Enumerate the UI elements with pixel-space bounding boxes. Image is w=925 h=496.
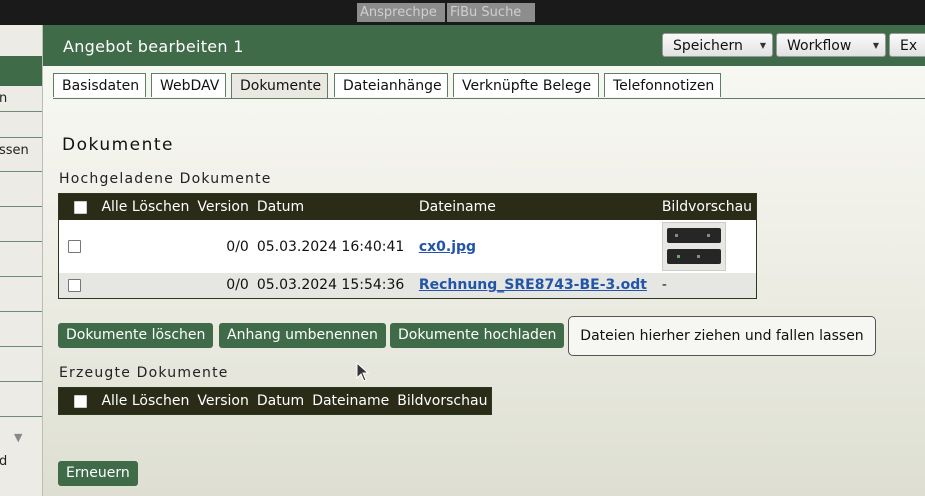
sidebar-item[interactable]: d	[0, 454, 7, 469]
chevron-down-icon[interactable]: ▼	[14, 431, 22, 444]
column-header-label[interactable]: Alle Löschen	[101, 199, 189, 215]
save-button[interactable]: Speichern ▼	[662, 33, 773, 57]
upload-documents-button[interactable]: Dokumente hochladen	[390, 323, 565, 348]
generated-documents-table: Alle Löschen Version Datum Dateiname Bil…	[58, 387, 493, 415]
column-header: Datum	[252, 193, 415, 220]
date-cell: 05.03.2024 15:54:36	[256, 277, 405, 294]
column-header: Datum	[252, 387, 309, 415]
top-bar: Ansprechpe FiBu Suche	[0, 0, 925, 25]
rename-attachment-button[interactable]: Anhang umbenennen	[219, 323, 386, 348]
column-header: Version	[193, 193, 253, 220]
uploaded-documents-table: Alle Löschen Version Datum Dateiname Bil…	[58, 193, 758, 299]
caret-down-icon[interactable]: ▼	[760, 34, 766, 58]
tab-basisdaten[interactable]: Basisdaten	[53, 73, 146, 97]
quick-contact-button[interactable]: Ansprechpe	[357, 3, 445, 22]
column-header: Dateiname	[414, 193, 658, 220]
tab-webdav[interactable]: WebDAV	[151, 73, 226, 97]
refresh-button[interactable]: Erneuern	[58, 461, 138, 486]
table-row: 0/0 05.03.2024 16:40:41 cx0.jpg	[58, 220, 757, 273]
tab-telefonnotizen[interactable]: Telefonnotizen	[604, 73, 721, 97]
mouse-cursor-icon	[356, 362, 370, 382]
tab-dokumente[interactable]: Dokumente	[231, 73, 328, 98]
sidebar-item[interactable]: ssen	[0, 143, 29, 158]
row-checkbox[interactable]	[68, 278, 81, 292]
table-row: 0/0 05.03.2024 15:54:36 Rechnung_SRE8743…	[58, 273, 757, 298]
version-cell: 0/0	[226, 238, 249, 255]
sidebar-active-band	[0, 56, 42, 86]
uploaded-heading: Hochgeladene Dokumente	[59, 171, 272, 187]
select-all-checkbox[interactable]	[74, 394, 87, 408]
main-panel: Angebot bearbeiten 1 Speichern ▼ Workflow…	[43, 25, 925, 496]
tab-dateianhaenge[interactable]: Dateianhänge	[334, 73, 448, 97]
tab-bar: Basisdaten WebDAV Dokumente Dateianhänge…	[53, 73, 925, 99]
sidebar: n ssen ▼ d	[0, 25, 43, 496]
generated-heading: Erzeugte Dokumente	[59, 365, 229, 381]
filename-link[interactable]: cx0.jpg	[419, 239, 476, 255]
column-header: Alle Löschen	[58, 193, 194, 220]
workflow-button[interactable]: Workflow ▼	[776, 33, 886, 57]
date-cell: 05.03.2024 16:40:41	[256, 238, 405, 255]
page-header: Angebot bearbeiten 1 Speichern ▼ Workflow…	[43, 25, 925, 66]
fibu-search-button[interactable]: FiBu Suche	[447, 3, 535, 22]
section-title: Dokumente	[62, 135, 175, 155]
sidebar-item[interactable]: n	[0, 91, 7, 106]
column-header-label[interactable]: Alle Löschen	[101, 393, 189, 409]
version-cell: 0/0	[226, 277, 249, 294]
preview-cell: -	[661, 277, 667, 294]
image-preview-thumbnail[interactable]	[661, 222, 726, 271]
column-header: Alle Löschen	[58, 387, 194, 415]
column-header: Version	[193, 387, 253, 415]
page-title: Angebot bearbeiten 1	[63, 37, 244, 56]
column-header: Bildvorschau	[393, 387, 492, 415]
row-checkbox[interactable]	[68, 240, 81, 253]
delete-documents-button[interactable]: Dokumente löschen	[58, 323, 214, 348]
extra-button[interactable]: Ex	[889, 33, 925, 57]
caret-down-icon[interactable]: ▼	[873, 34, 879, 58]
filename-link[interactable]: Rechnung_SRE8743-BE-3.odt	[419, 277, 647, 293]
column-header: Bildvorschau	[657, 193, 757, 220]
column-header: Dateiname	[308, 387, 394, 415]
select-all-checkbox[interactable]	[74, 200, 87, 214]
tab-verknuepfte-belege[interactable]: Verknüpfte Belege	[453, 73, 599, 97]
file-drop-zone[interactable]: Dateien hierher ziehen und fallen lassen	[568, 316, 876, 356]
